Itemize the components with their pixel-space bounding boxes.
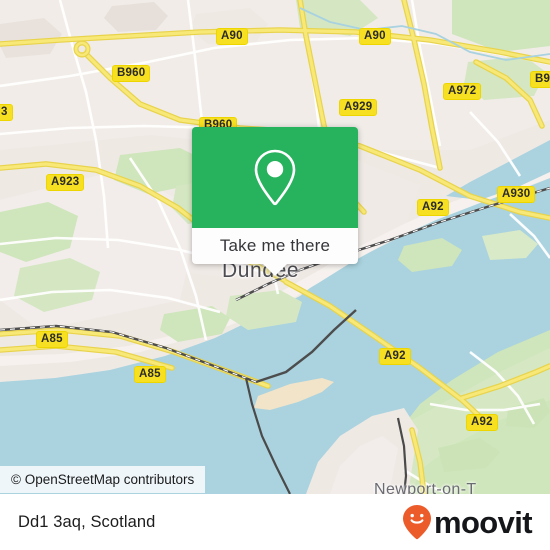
- moovit-wordmark: moovit: [433, 504, 533, 540]
- road-shield: A923: [46, 174, 85, 191]
- road-shield: A972: [443, 83, 482, 100]
- road-shield: A85: [134, 366, 166, 383]
- address-label: Dd1 3aq, Scotland: [18, 512, 156, 531]
- take-me-there-label: Take me there: [219, 236, 331, 255]
- take-me-there-button[interactable]: Take me there: [192, 228, 358, 264]
- town-label-newport: Newport-on-T: [374, 481, 477, 494]
- road-shield: A930: [497, 186, 536, 203]
- map-pin-icon: [254, 149, 296, 205]
- osm-attribution-text: © OpenStreetMap contributors: [11, 472, 195, 487]
- map-canvas[interactable]: A90 A90 B960 A972 B960 A929 B96 3 A923 A…: [0, 0, 550, 494]
- callout-tail: [262, 263, 288, 276]
- road-shield: A90: [216, 28, 248, 45]
- footer-bar: Dd1 3aq, Scotland moovit: [0, 494, 550, 550]
- road-shield: A85: [36, 331, 68, 348]
- osm-attribution[interactable]: © OpenStreetMap contributors: [0, 466, 206, 493]
- moovit-map-screen: A90 A90 B960 A972 B960 A929 B96 3 A923 A…: [0, 0, 550, 550]
- road-shield: B960: [112, 65, 151, 82]
- road-shield: B96: [530, 71, 550, 88]
- road-shield: A92: [379, 348, 411, 365]
- road-shield: A90: [359, 28, 391, 45]
- moovit-brand[interactable]: moovit: [402, 504, 533, 540]
- road-shield: A929: [339, 99, 378, 116]
- road-shield: A92: [466, 414, 498, 431]
- destination-callout[interactable]: Take me there: [192, 127, 358, 276]
- road-shield: A92: [417, 199, 449, 216]
- moovit-smiley-pin-icon: [402, 505, 431, 540]
- callout-pin-panel: [192, 127, 358, 228]
- road-shield: 3: [0, 104, 13, 121]
